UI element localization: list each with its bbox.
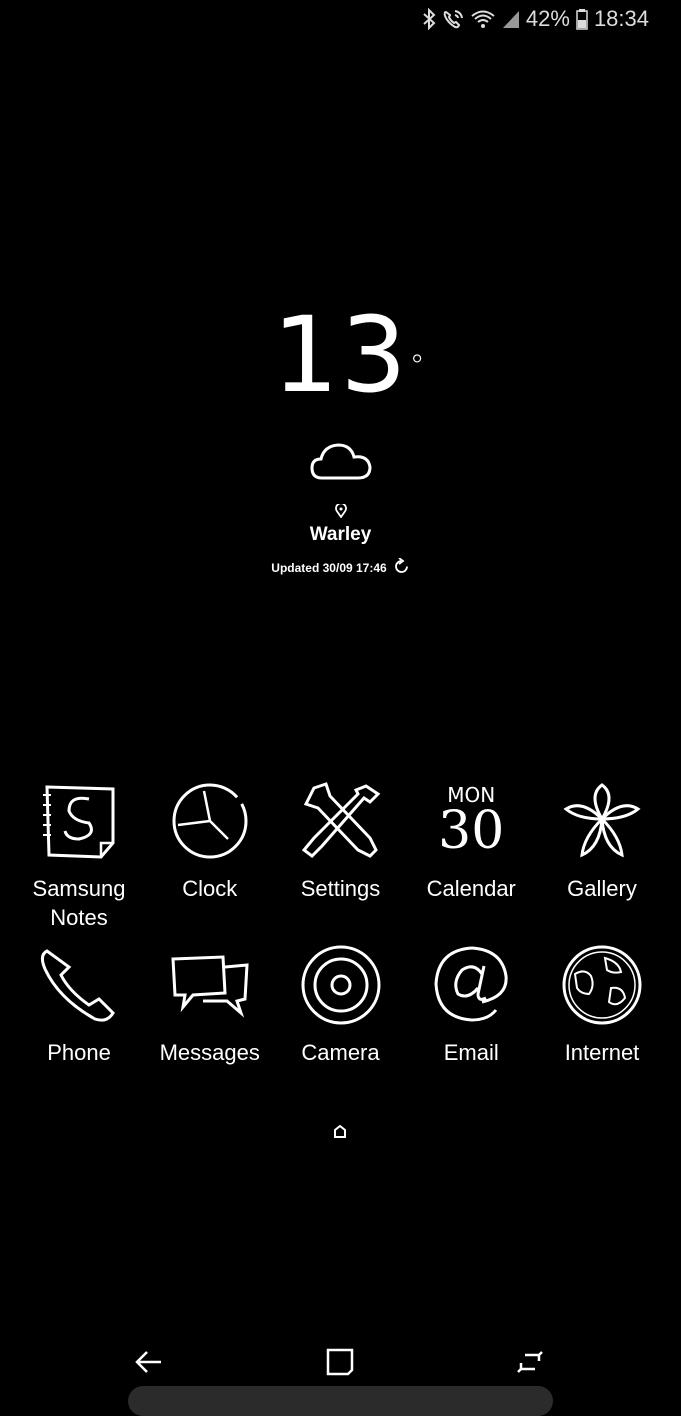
app-label: Phone [47, 1040, 111, 1065]
calendar-icon: MON 30 [428, 778, 514, 864]
app-internet[interactable]: Internet [537, 942, 667, 1067]
messages-icon [167, 942, 253, 1028]
signal-icon [502, 9, 520, 29]
calendar-date: 30 [438, 801, 505, 861]
bluetooth-icon [422, 8, 436, 30]
app-label: Email [443, 1040, 499, 1065]
app-label: Messages [159, 1040, 260, 1065]
app-label: Calendar [426, 876, 516, 901]
status-bar: 42% 18:34 [0, 0, 681, 44]
email-icon [428, 942, 514, 1028]
back-icon[interactable] [128, 1342, 168, 1382]
cloud-icon [309, 438, 372, 482]
location-pin-icon [334, 502, 347, 519]
samsung-notes-icon [36, 778, 122, 864]
app-phone[interactable]: Phone [14, 942, 144, 1067]
weather-updated: Updated 30/09 17:46 [0, 557, 681, 578]
status-time: 18:34 [593, 6, 649, 31]
updated-text: Updated 30/09 17:46 [271, 561, 387, 575]
gallery-icon [559, 778, 645, 864]
weather-widget[interactable]: 13 ° Warley Updated 30/09 17:46 [0, 300, 681, 578]
app-messages[interactable]: Messages [145, 942, 275, 1067]
recents-icon[interactable] [510, 1342, 550, 1382]
app-grid: Samsung Notes Clock Settings MON 30 Cale… [14, 778, 667, 1067]
home-page-indicator-icon[interactable] [333, 1124, 347, 1138]
degree-symbol: ° [409, 349, 427, 384]
app-label: Camera [301, 1040, 380, 1065]
app-label: Internet [564, 1040, 640, 1065]
battery-icon [576, 8, 588, 30]
app-email[interactable]: Email [406, 942, 536, 1067]
battery-percent: 42% [525, 6, 570, 31]
app-camera[interactable]: Camera [276, 942, 406, 1067]
app-label: Gallery [567, 876, 637, 901]
camera-icon [298, 942, 384, 1028]
app-label: Clock [182, 876, 238, 901]
navigation-bar [0, 1330, 681, 1390]
app-gallery[interactable]: Gallery [537, 778, 667, 942]
settings-icon [298, 778, 384, 864]
wifi-icon [470, 8, 496, 30]
weather-location: Warley [309, 524, 372, 545]
app-label: Samsung Notes [32, 876, 126, 930]
clock-icon [167, 778, 253, 864]
internet-icon [559, 942, 645, 1028]
temperature-value: 13 [272, 294, 409, 416]
app-samsung-notes[interactable]: Samsung Notes [14, 778, 144, 942]
app-calendar[interactable]: MON 30 Calendar [406, 778, 536, 942]
bottom-handle [128, 1386, 553, 1416]
app-label: Settings [300, 876, 381, 901]
wifi-calling-icon [442, 8, 464, 30]
refresh-icon[interactable] [393, 557, 410, 578]
app-clock[interactable]: Clock [145, 778, 275, 942]
temperature: 13 ° [272, 300, 424, 410]
app-settings[interactable]: Settings [276, 778, 406, 942]
home-icon[interactable] [320, 1342, 360, 1382]
phone-icon [36, 942, 122, 1028]
